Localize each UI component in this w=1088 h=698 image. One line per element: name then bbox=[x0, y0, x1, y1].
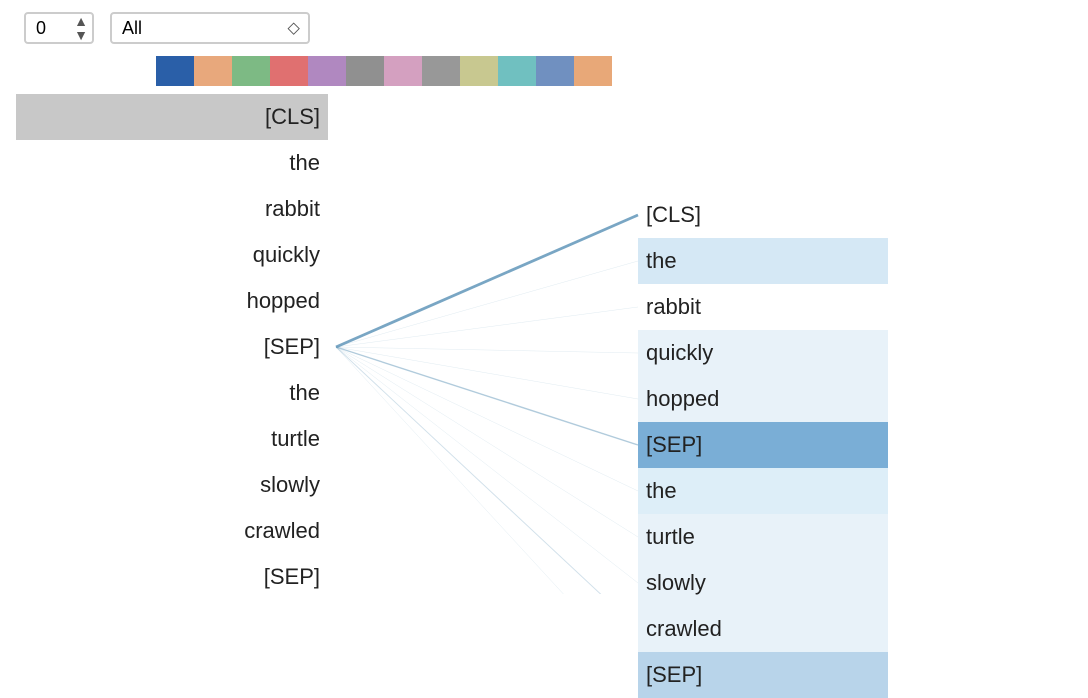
left-token-9: crawled bbox=[16, 508, 328, 554]
swatch-7[interactable] bbox=[422, 56, 460, 86]
left-token-3: quickly bbox=[16, 232, 328, 278]
right-token-2: rabbit bbox=[638, 284, 888, 330]
swatch-6[interactable] bbox=[384, 56, 422, 86]
right-token-list: [CLS]therabbitquicklyhopped[SEP]theturtl… bbox=[638, 192, 888, 698]
right-token-7: turtle bbox=[638, 514, 888, 560]
swatch-0[interactable] bbox=[156, 56, 194, 86]
left-token-list: [CLS]therabbitquicklyhopped[SEP]theturtl… bbox=[16, 94, 336, 600]
swatch-10[interactable] bbox=[536, 56, 574, 86]
right-token-4: hopped bbox=[638, 376, 888, 422]
left-token-5: [SEP] bbox=[16, 324, 328, 370]
right-token-0: [CLS] bbox=[638, 192, 888, 238]
color-swatches bbox=[140, 56, 1088, 86]
left-token-0: [CLS] bbox=[16, 94, 328, 140]
swatch-3[interactable] bbox=[270, 56, 308, 86]
right-token-1: the bbox=[638, 238, 888, 284]
swatch-5[interactable] bbox=[346, 56, 384, 86]
controls-bar: 0 1 2 ▲ ▼ All Head 1 Head 2 ⬦ bbox=[0, 0, 1088, 56]
right-token-9: crawled bbox=[638, 606, 888, 652]
attention-visualization: [CLS]therabbitquicklyhopped[SEP]theturtl… bbox=[0, 94, 1088, 600]
left-token-2: rabbit bbox=[16, 186, 328, 232]
left-token-4: hopped bbox=[16, 278, 328, 324]
left-token-1: the bbox=[16, 140, 328, 186]
right-token-3: quickly bbox=[638, 330, 888, 376]
swatch-8[interactable] bbox=[460, 56, 498, 86]
left-token-7: turtle bbox=[16, 416, 328, 462]
right-token-5: [SEP] bbox=[638, 422, 888, 468]
swatch-9[interactable] bbox=[498, 56, 536, 86]
attention-select-wrapper: All Head 1 Head 2 ⬦ bbox=[110, 12, 310, 44]
attention-select[interactable]: All Head 1 Head 2 bbox=[110, 12, 310, 44]
left-token-10: [SEP] bbox=[16, 554, 328, 600]
right-token-8: slowly bbox=[638, 560, 888, 606]
right-token-10: [SEP] bbox=[638, 652, 888, 698]
swatch-2[interactable] bbox=[232, 56, 270, 86]
layer-select[interactable]: 0 1 2 bbox=[24, 12, 94, 44]
swatch-4[interactable] bbox=[308, 56, 346, 86]
left-token-8: slowly bbox=[16, 462, 328, 508]
layer-select-wrapper: 0 1 2 ▲ ▼ bbox=[24, 12, 94, 44]
swatch-11[interactable] bbox=[574, 56, 612, 86]
right-token-6: the bbox=[638, 468, 888, 514]
swatch-1[interactable] bbox=[194, 56, 232, 86]
left-token-6: the bbox=[16, 370, 328, 416]
